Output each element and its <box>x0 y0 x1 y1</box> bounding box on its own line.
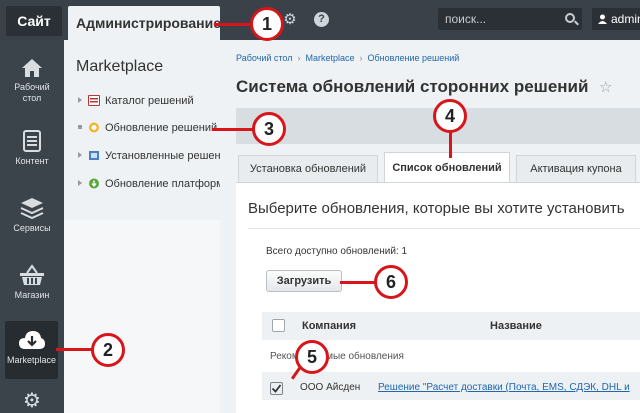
document-icon <box>23 130 41 152</box>
total-updates-text: Всего доступно обновлений: 1 <box>266 246 408 257</box>
basket-icon <box>20 264 44 285</box>
expand-arrow-icon[interactable] <box>78 152 82 158</box>
sub-sidebar-empty <box>64 220 220 413</box>
callout-pointer <box>340 281 376 284</box>
sidebar-item-desktop[interactable]: Рабочий стол <box>0 58 64 104</box>
catalog-icon <box>88 95 100 106</box>
admin-tab[interactable]: Администрирование <box>68 6 221 40</box>
menu-item-label: Установленные решения <box>105 150 220 162</box>
breadcrumb: Рабочий стол › Marketplace › Обновление реше… <box>236 53 459 63</box>
user-menu[interactable]: admin <box>592 8 640 30</box>
sidebar-item-label: Marketplace <box>6 355 57 365</box>
search-placeholder: поиск... <box>445 12 487 26</box>
menu-item-updates[interactable]: Обновление решений <box>78 120 217 136</box>
expand-arrow-icon[interactable] <box>78 97 82 103</box>
column-name: Название <box>490 320 542 332</box>
sidebar-item-label: Магазин <box>14 290 50 300</box>
row-checkbox[interactable] <box>270 382 283 395</box>
help-icon[interactable]: ? <box>314 12 329 27</box>
callout-5: 5 <box>295 340 329 374</box>
update-icon <box>89 122 99 133</box>
menu-item-catalog[interactable]: Каталог решений <box>78 93 194 109</box>
breadcrumb-updates[interactable]: Обновление решений <box>368 53 460 63</box>
breadcrumb-separator: › <box>297 53 301 63</box>
column-company: Компания <box>302 320 357 332</box>
load-button[interactable]: Загрузить <box>266 270 342 292</box>
callout-pointer <box>449 130 452 158</box>
menu-item-label: Обновление платформы <box>105 178 220 190</box>
platform-update-icon <box>89 178 99 189</box>
menu-item-label: Обновление решений <box>105 122 218 134</box>
site-button[interactable]: Сайт <box>6 6 62 36</box>
user-name: admin <box>611 12 640 26</box>
installed-icon <box>89 151 99 160</box>
callout-2: 2 <box>91 333 125 367</box>
sidebar-item-shop[interactable]: Магазин <box>0 264 64 301</box>
layers-icon <box>20 198 44 219</box>
tab-updates-list[interactable]: Список обновлений <box>384 152 510 182</box>
user-icon <box>598 9 607 24</box>
group-row-recommended: Рекомендуемые обновления <box>270 351 404 362</box>
expand-arrow-icon[interactable] <box>78 180 82 186</box>
callout-4: 4 <box>433 99 467 133</box>
gear-icon[interactable]: ⚙ <box>282 12 298 28</box>
menu-item-installed[interactable]: Установленные решения <box>78 148 220 164</box>
cell-solution-link[interactable]: Решение "Расчет доставки (Почта, EMS, СД… <box>378 382 640 393</box>
sidebar-item-label: Рабочий стол <box>14 82 50 103</box>
menu-item-label: Каталог решений <box>105 95 194 107</box>
select-all-checkbox[interactable] <box>272 319 285 332</box>
sidebar-item-services[interactable]: Сервисы <box>0 197 64 234</box>
menu-item-platform-update[interactable]: Обновление платформы <box>78 176 220 192</box>
home-icon <box>22 59 42 77</box>
star-icon[interactable]: ☆ <box>599 78 612 96</box>
callout-pointer <box>214 23 250 26</box>
callout-pointer <box>212 128 254 131</box>
callout-6: 6 <box>374 265 408 299</box>
panel-heading: Выберите обновления, которые вы хотите у… <box>248 200 625 217</box>
sidebar-item-settings[interactable]: ⚙ <box>0 391 64 411</box>
page-title: Система обновлений сторонних решений <box>236 77 589 96</box>
tab-coupon-activation[interactable]: Активация купона <box>516 155 636 183</box>
breadcrumb-marketplace[interactable]: Marketplace <box>306 53 355 63</box>
menu-dot <box>78 125 82 129</box>
sidebar-item-marketplace[interactable]: Marketplace <box>5 321 58 379</box>
sub-sidebar-title: Marketplace <box>76 58 164 75</box>
callout-pointer <box>56 348 94 351</box>
cloud-download-icon <box>18 331 45 349</box>
breadcrumb-separator: › <box>359 53 363 63</box>
tab-install-updates[interactable]: Установка обновлений <box>238 155 378 183</box>
gear-icon: ⚙ <box>23 390 41 412</box>
top-bar: Сайт Администрирование ⚙ ? поиск... admi… <box>0 0 640 40</box>
checkmark-icon <box>271 384 282 393</box>
breadcrumb-desktop[interactable]: Рабочий стол <box>236 53 293 63</box>
search-input[interactable]: поиск... <box>438 8 582 30</box>
sidebar-item-content[interactable]: Контент <box>0 130 64 167</box>
sidebar-item-label: Сервисы <box>13 223 51 233</box>
callout-3: 3 <box>252 112 286 146</box>
divider <box>248 228 640 229</box>
cell-company: ООО Айсден <box>300 382 361 393</box>
callout-1: 1 <box>250 7 284 41</box>
search-icon[interactable] <box>565 13 575 23</box>
sidebar-item-label: Контент <box>15 156 49 166</box>
